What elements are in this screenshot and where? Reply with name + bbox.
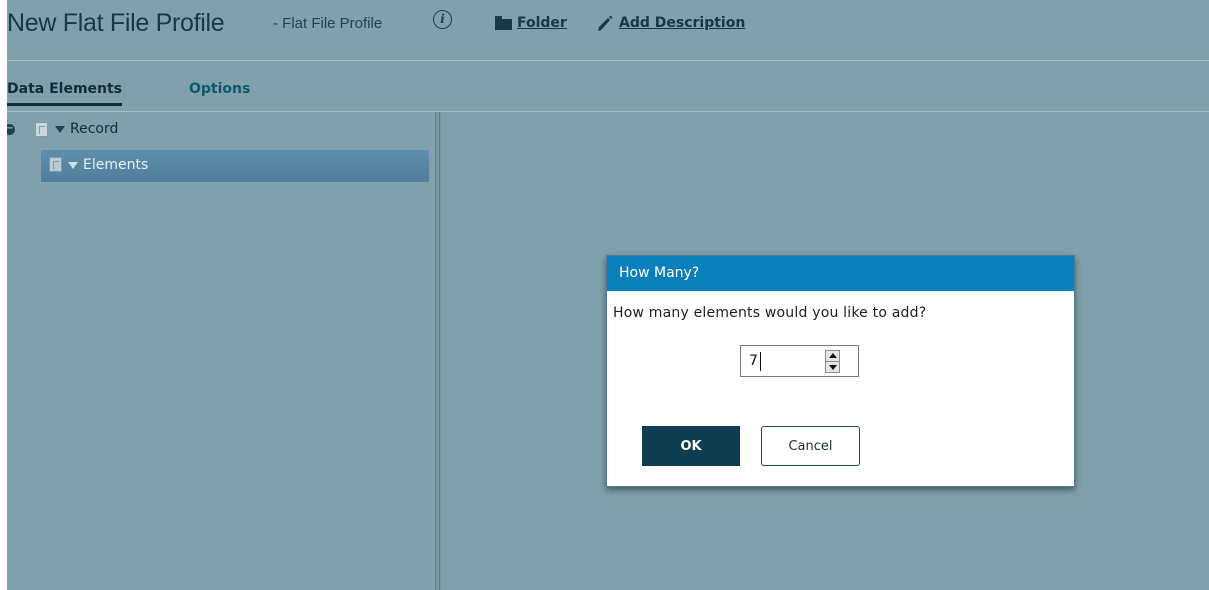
- tree-node-elements[interactable]: Elements: [41, 149, 429, 182]
- page-title: New Flat File Profile: [7, 9, 225, 37]
- elements-node-icon: [49, 157, 62, 172]
- decrement-arrow-icon[interactable]: [825, 361, 840, 373]
- how-many-dialog: How Many? How many elements would you li…: [606, 255, 1075, 487]
- page-header: New Flat File Profile - Flat File Profil…: [7, 0, 1209, 60]
- dialog-title: How Many?: [619, 265, 700, 281]
- ok-button[interactable]: OK: [642, 426, 740, 466]
- pencil-icon: [597, 14, 613, 32]
- folder-link-label: Folder: [517, 15, 567, 31]
- tab-data-elements[interactable]: Data Elements: [7, 81, 123, 106]
- tab-options[interactable]: Options: [189, 81, 250, 97]
- text-cursor: [760, 352, 761, 371]
- app-window: New Flat File Profile - Flat File Profil…: [7, 0, 1209, 590]
- dialog-question: How many elements would you like to add?: [613, 305, 927, 321]
- record-node-icon: [35, 122, 48, 137]
- expand-triangle-icon[interactable]: [55, 126, 65, 133]
- data-elements-tree: − Record Elements: [7, 112, 435, 590]
- dialog-header[interactable]: How Many?: [607, 256, 1074, 291]
- add-description-label: Add Description: [619, 15, 746, 31]
- header-divider: [7, 60, 1209, 61]
- element-count-stepper: [740, 345, 859, 377]
- tab-bar: Data Elements Options: [7, 75, 1209, 107]
- info-icon[interactable]: i: [433, 10, 452, 29]
- expand-triangle-icon[interactable]: [68, 162, 78, 169]
- page-subtitle: - Flat File Profile: [273, 15, 383, 32]
- tree-node-label: Record: [70, 121, 119, 137]
- tree-node-label: Elements: [83, 157, 149, 173]
- panel-splitter[interactable]: [435, 112, 441, 590]
- cancel-button[interactable]: Cancel: [761, 426, 860, 466]
- folder-icon: [495, 16, 512, 30]
- collapse-icon[interactable]: −: [7, 124, 15, 135]
- element-count-input[interactable]: [745, 349, 819, 373]
- tree-node-record[interactable]: − Record: [7, 117, 427, 147]
